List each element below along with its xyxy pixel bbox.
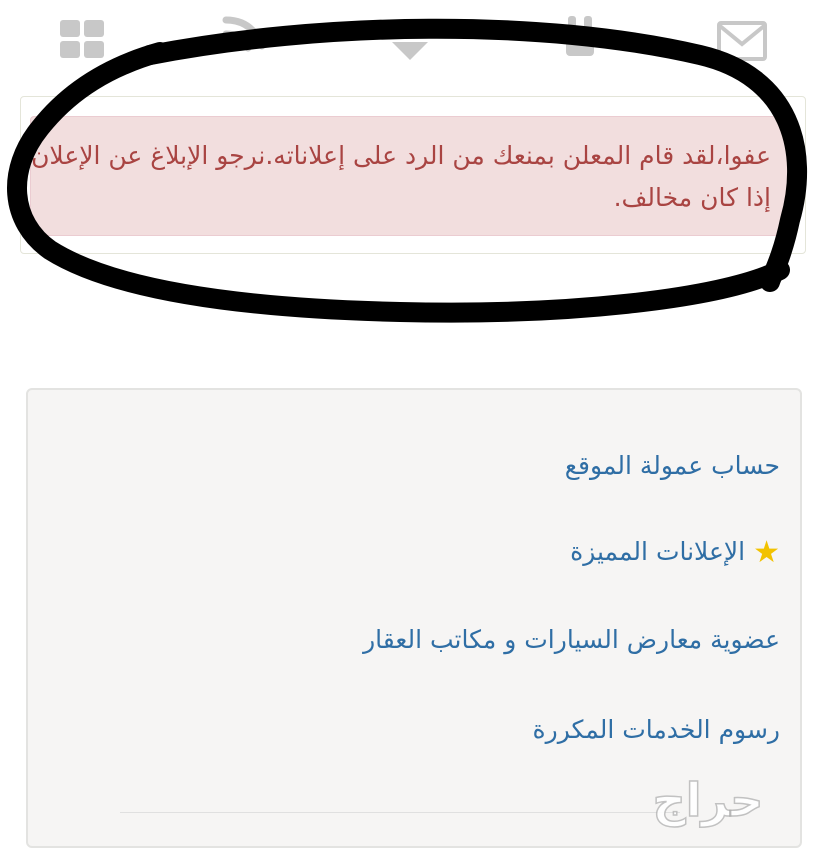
rss-icon[interactable] [222, 16, 268, 52]
mail-icon[interactable] [716, 20, 768, 62]
menu-item-repeated-service-fees[interactable]: رسوم الخدمات المكررة [533, 708, 780, 752]
top-toolbar [0, 0, 828, 80]
menu-item-label: رسوم الخدمات المكررة [532, 715, 780, 744]
haraj-watermark: حراج [652, 772, 764, 828]
menu-item-label: حساب عمولة الموقع [564, 451, 780, 480]
dropdown-caret-icon[interactable] [390, 38, 430, 64]
alert-message: عفوا،لقد قام المعلن بمنعك من الرد على إع… [31, 141, 771, 212]
notification-bell-icon[interactable] [562, 16, 598, 58]
menu-item-commission-calculator[interactable]: حساب عمولة الموقع [565, 444, 780, 488]
menu-item-dealer-membership[interactable]: عضوية معارض السيارات و مكاتب العقار [363, 618, 780, 662]
menu-item-featured-ads[interactable]: ★الإعلانات المميزة [570, 530, 780, 574]
menu-item-label: الإعلانات المميزة [570, 537, 746, 566]
blocked-reply-alert: عفوا،لقد قام المعلن بمنعك من الرد على إع… [30, 116, 788, 236]
grid-icon[interactable] [58, 18, 106, 60]
menu-item-label: عضوية معارض السيارات و مكاتب العقار [363, 625, 780, 654]
star-icon: ★ [753, 535, 780, 570]
